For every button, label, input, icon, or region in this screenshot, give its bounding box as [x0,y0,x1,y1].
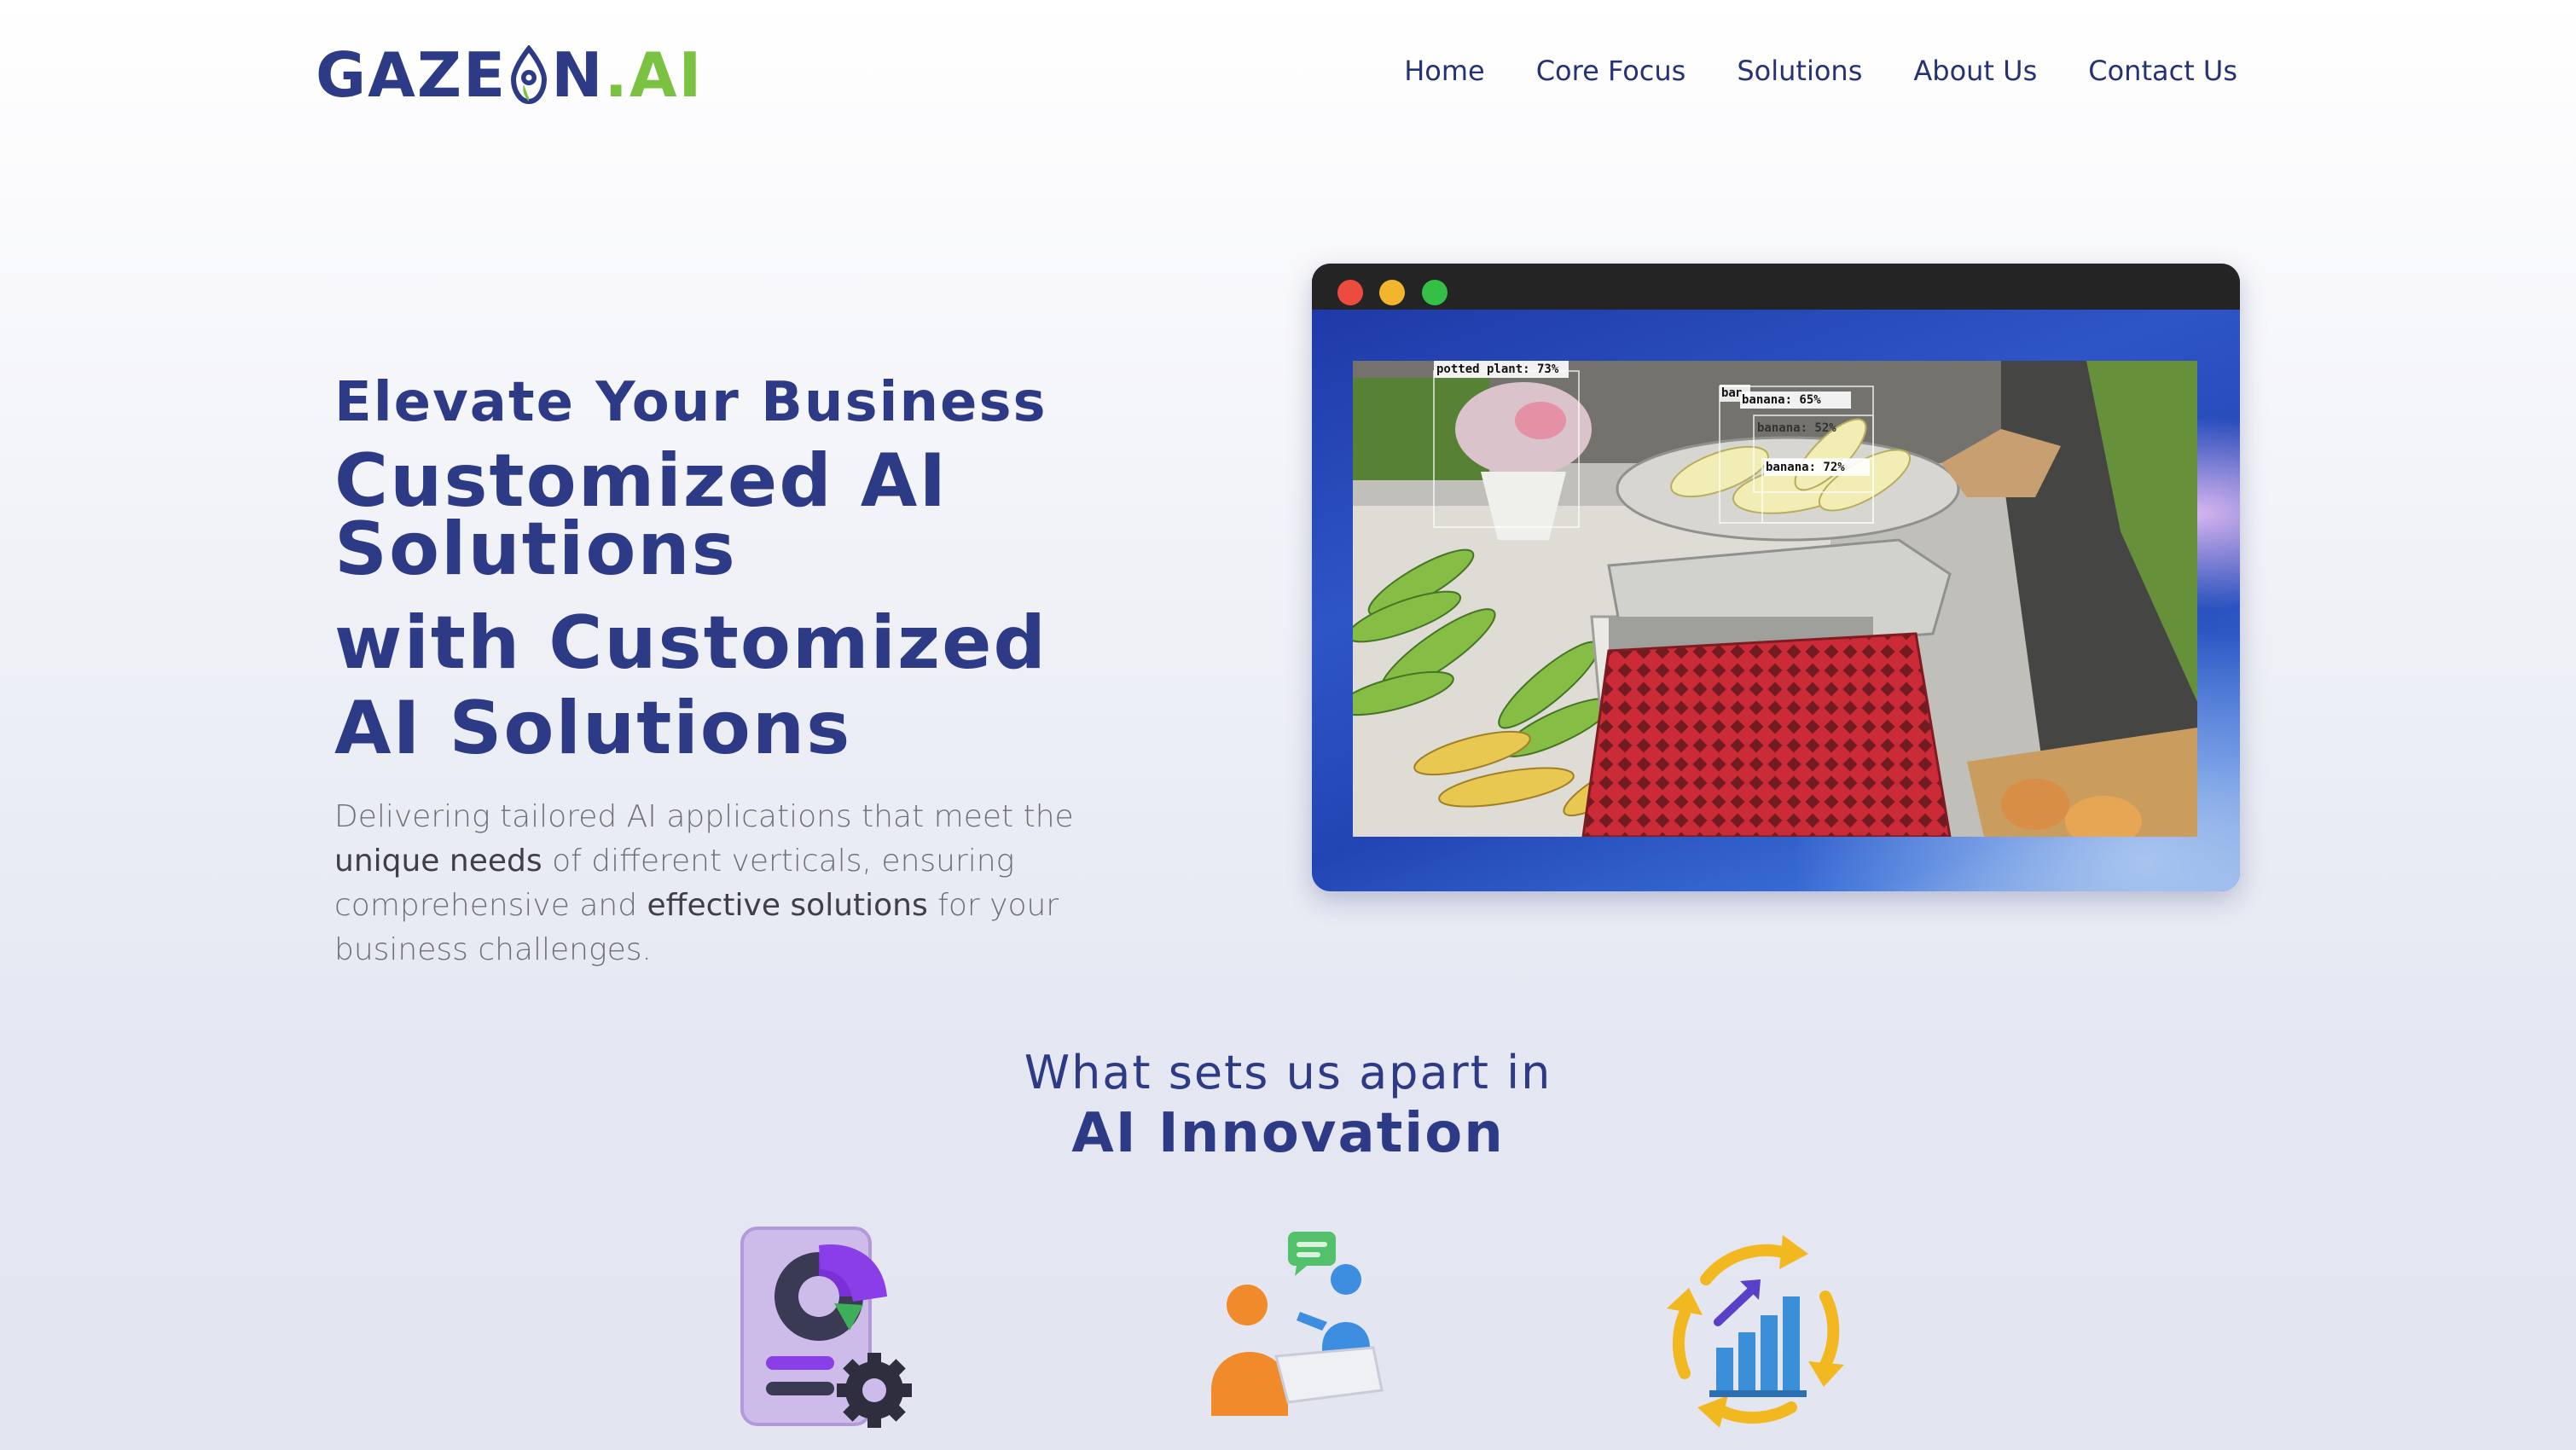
apart-title-line2: AI Innovation [1071,1102,1505,1165]
detection-scene: potted plant: 73% ban banana: 65% banana… [1353,361,2197,837]
logo-text-left: GAZE [316,39,508,111]
demo-browser-window: potted plant: 73% ban banana: 65% banana… [1312,264,2240,891]
growth-cycle-icon [1655,1220,1859,1441]
hero-headline-secondary: with Customized AI Solutions [334,600,1230,771]
hero-headline2-line2: AI Solutions [334,686,852,771]
nav-about-us[interactable]: About Us [1913,55,2037,87]
detection-label: ban [1721,386,1743,400]
hero-eyebrow: Elevate Your Business [334,371,1047,434]
nav-home[interactable]: Home [1404,55,1485,87]
hero-headline-line2: Solutions [334,507,737,592]
object-detection-demo-image: potted plant: 73% ban banana: 65% banana… [1353,361,2197,837]
main-nav: Home Core Focus Solutions About Us Conta… [1404,55,2237,87]
desc-part1: Delivering tailored AI applications that… [334,799,1074,834]
logo-text-right: N [551,39,605,111]
detection-label: banana: 52% [1757,421,1836,435]
minimize-dot-icon [1379,280,1405,305]
hero-headline2-line1: with Customized [334,600,1047,686]
logo-text-ai: .AI [604,39,704,111]
hero-headline: Customized AI Solutions [334,444,1230,586]
gazeon-logo[interactable]: GAZE N .AI [316,39,704,111]
site-header: GAZE N .AI Home Core Focus Solutions Abo… [0,0,2576,154]
collaboration-icon [1194,1220,1399,1441]
nav-core-focus[interactable]: Core Focus [1536,55,1686,87]
desc-bold1: unique needs [334,844,542,879]
browser-content: potted plant: 73% ban banana: 65% banana… [1312,310,2240,891]
maximize-dot-icon [1422,280,1448,305]
report-settings-icon [725,1220,930,1441]
detection-label: potted plant: 73% [1436,362,1559,376]
nav-solutions[interactable]: Solutions [1737,55,1862,87]
browser-title-bar [1312,264,2240,310]
nav-contact-us[interactable]: Contact Us [2088,55,2237,87]
apart-title-line1: What sets us apart in [1024,1046,1552,1099]
close-dot-icon [1337,280,1363,305]
detection-label: banana: 65% [1742,393,1821,407]
eye-logo-icon [510,44,548,105]
hero-section: Elevate Your Business Customized AI Solu… [334,368,1230,1003]
desc-bold2: effective solutions [647,888,928,923]
hero-description: Delivering tailored AI applications that… [334,795,1187,972]
detection-label: banana: 72% [1766,461,1845,474]
